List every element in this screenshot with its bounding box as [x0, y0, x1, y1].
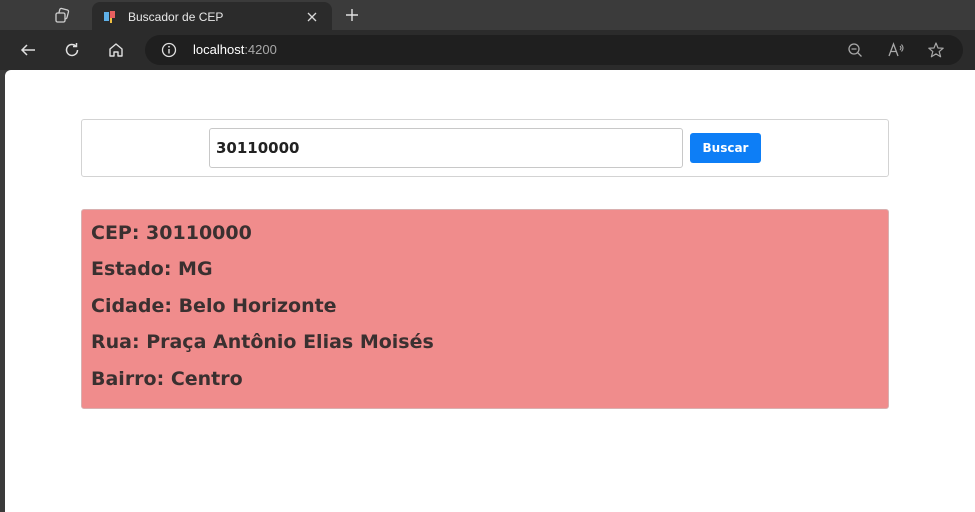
- tab-actions-icon[interactable]: [50, 6, 74, 26]
- result-card: CEP: 30110000 Estado: MG Cidade: Belo Ho…: [81, 209, 889, 409]
- close-tab-icon[interactable]: [302, 7, 322, 27]
- active-tab[interactable]: Buscador de CEP: [92, 2, 332, 32]
- refresh-icon[interactable]: [60, 38, 84, 62]
- read-aloud-icon[interactable]: [886, 40, 906, 60]
- new-tab-icon[interactable]: [340, 4, 364, 26]
- cep-input[interactable]: [209, 128, 683, 168]
- result-cep: CEP: 30110000: [91, 222, 252, 244]
- back-icon[interactable]: [16, 38, 40, 62]
- browser-tab-strip: Buscador de CEP: [0, 0, 975, 32]
- favorite-star-icon[interactable]: [926, 40, 946, 60]
- browser-toolbar: localhost:4200: [0, 30, 975, 70]
- url-host: localhost: [193, 42, 245, 57]
- app-favicon-icon: [102, 9, 118, 25]
- result-bairro: Bairro: Centro: [91, 367, 243, 390]
- result-estado: Estado: MG: [91, 258, 213, 281]
- home-icon[interactable]: [104, 38, 128, 62]
- url-port: :4200: [244, 42, 277, 57]
- search-button[interactable]: Buscar: [690, 133, 761, 163]
- search-card: Buscar: [81, 119, 889, 177]
- address-url: localhost:4200: [193, 42, 277, 57]
- tab-title: Buscador de CEP: [128, 10, 224, 24]
- site-info-icon[interactable]: [161, 42, 177, 58]
- result-rua: Rua: Praça Antônio Elias Moisés: [91, 331, 434, 354]
- page-viewport: Buscar CEP: 30110000 Estado: MG Cidade: …: [5, 70, 975, 512]
- address-bar[interactable]: localhost:4200: [145, 35, 963, 65]
- zoom-out-icon[interactable]: [845, 40, 865, 60]
- result-cidade: Cidade: Belo Horizonte: [91, 294, 337, 317]
